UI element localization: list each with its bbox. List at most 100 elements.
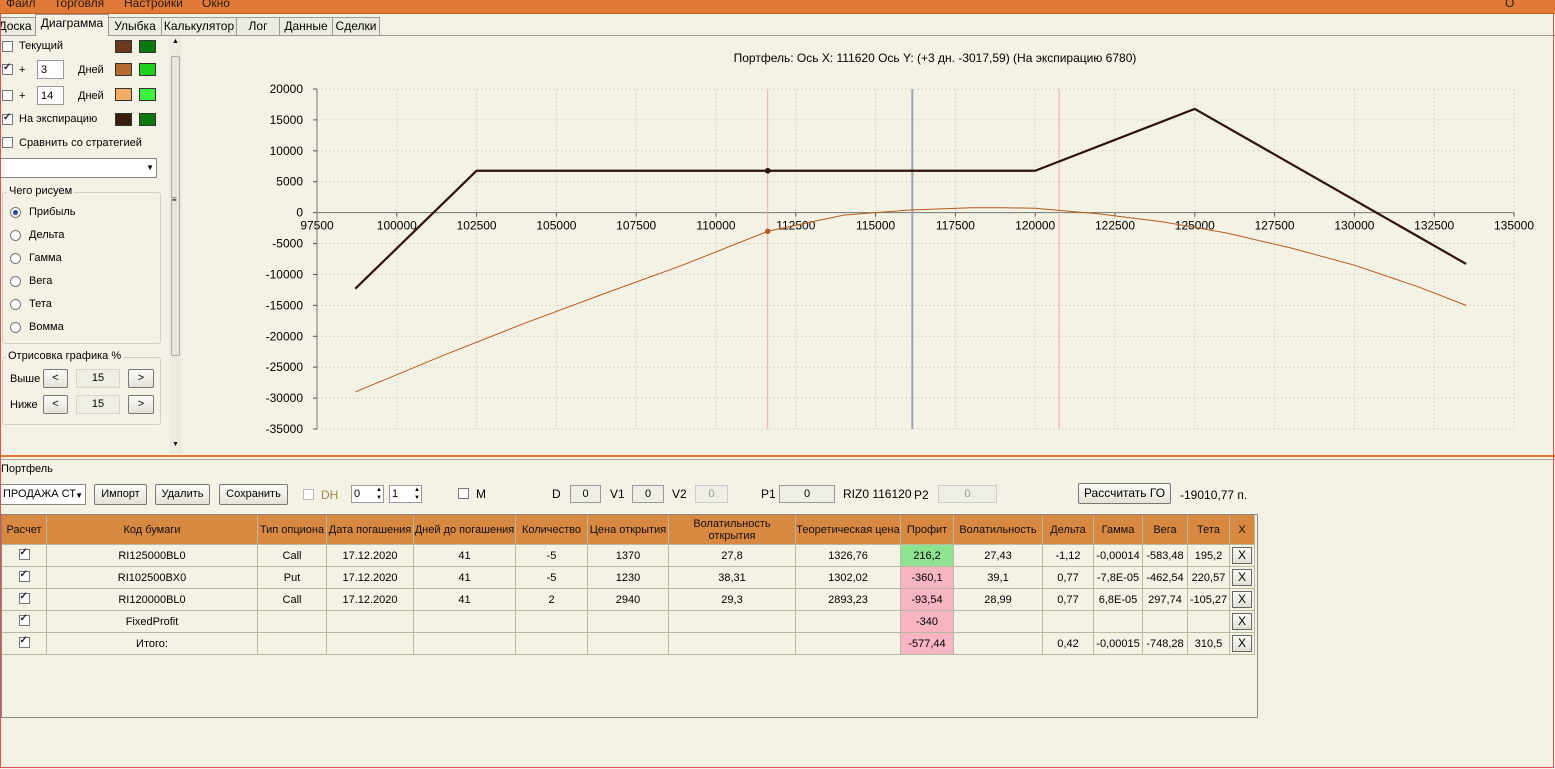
calc-checkbox[interactable] — [18, 613, 30, 626]
profit-cell: -360,1 — [900, 566, 954, 589]
panel-splitter[interactable] — [0, 455, 1555, 460]
calc-checkbox[interactable] — [18, 547, 30, 560]
menu-window[interactable]: Окно — [202, 0, 230, 10]
radio-theta[interactable] — [10, 299, 21, 310]
menu-trade[interactable]: Торговля — [54, 0, 104, 10]
tab-deals[interactable]: Сделки — [332, 17, 380, 35]
above-decrease-button[interactable]: < — [43, 369, 68, 388]
plus-days-2-color-swatch[interactable] — [115, 88, 132, 101]
col-profit[interactable]: Профит — [900, 514, 954, 545]
above-value[interactable]: 15 — [76, 369, 120, 388]
table-row[interactable]: Итого: -577,44 0,42-0,00015-748,28310,5X — [1, 632, 1255, 655]
table-row[interactable]: RI125000BL0Call17.12.202041-5137027,8132… — [1, 544, 1255, 567]
dh-spinner-1[interactable]: 0 ▲ ▼ — [351, 485, 384, 503]
col-vega[interactable]: Вега — [1142, 514, 1188, 545]
calculate-go-button[interactable]: Рассчитать ГО — [1078, 483, 1171, 504]
delete-button[interactable]: Удалить — [155, 484, 210, 505]
menu-settings[interactable]: Настройки — [124, 0, 183, 10]
expiry-checkbox[interactable] — [2, 112, 13, 125]
scroll-down-icon[interactable]: ▼ — [172, 441, 179, 448]
tab-log[interactable]: Лог — [236, 17, 280, 35]
m-checkbox[interactable] — [458, 488, 469, 499]
tab-smile[interactable]: Улыбка — [108, 17, 162, 35]
remove-row-button[interactable]: X — [1232, 635, 1252, 652]
col-delta[interactable]: Дельта — [1042, 514, 1094, 545]
current-color-swatch-2[interactable] — [139, 40, 156, 53]
plus-days-1-input[interactable]: 3 — [37, 60, 64, 79]
table-row[interactable]: FixedProfit -340 X — [1, 610, 1255, 633]
import-button[interactable]: Импорт — [94, 484, 147, 505]
open-price-cell — [587, 610, 669, 633]
col-volatility[interactable]: Волатильность — [953, 514, 1043, 545]
settings-scrollbar[interactable]: ▲ ≡ ▼ — [169, 36, 182, 454]
current-color-swatch[interactable] — [115, 40, 132, 53]
remove-row-button[interactable]: X — [1232, 591, 1252, 608]
save-button[interactable]: Сохранить — [219, 484, 288, 505]
expiry-color-swatch[interactable] — [115, 113, 132, 126]
tab-board[interactable]: Доска — [0, 17, 36, 35]
p2-input[interactable]: 0 — [938, 485, 997, 503]
radio-vomma[interactable] — [10, 322, 21, 333]
above-label: Выше — [10, 373, 41, 385]
plus-days-1-checkbox[interactable] — [2, 62, 13, 75]
spinner-arrows-icon[interactable]: ▲ ▼ — [376, 486, 382, 502]
compare-checkbox[interactable] — [2, 137, 13, 148]
expiry-color-swatch-2[interactable] — [139, 113, 156, 126]
p1-input[interactable]: 0 — [779, 485, 835, 503]
below-increase-button[interactable]: > — [128, 395, 154, 414]
remove-row-button[interactable]: X — [1232, 613, 1252, 630]
tab-calculator[interactable]: Калькулятор — [161, 17, 237, 35]
col-expiry-date[interactable]: Дата погашения — [326, 514, 414, 545]
plus-days-profit-line — [355, 207, 1467, 393]
col-calc[interactable]: Расчет — [1, 514, 47, 545]
col-open-volatility[interactable]: Волатильность открытия — [668, 514, 796, 545]
radio-profit[interactable] — [10, 207, 21, 218]
tab-data[interactable]: Данные — [279, 17, 333, 35]
dh-checkbox[interactable] — [303, 489, 314, 500]
calc-checkbox[interactable] — [18, 569, 30, 582]
current-label: Текущий — [19, 40, 63, 52]
tab-diagram[interactable]: Диаграмма — [35, 14, 109, 36]
remove-row-button[interactable]: X — [1232, 569, 1252, 586]
calc-checkbox[interactable] — [18, 591, 30, 604]
remove-row-button[interactable]: X — [1232, 547, 1252, 564]
table-row[interactable]: RI120000BL0Call17.12.2020412294029,32893… — [1, 588, 1255, 611]
plus-days-1-color-swatch[interactable] — [115, 63, 132, 76]
col-days-to-expiry[interactable]: Дней до погашения — [413, 514, 516, 545]
col-option-type[interactable]: Тип опциона — [257, 514, 327, 545]
below-decrease-button[interactable]: < — [43, 395, 68, 414]
d-input[interactable]: 0 — [570, 485, 601, 503]
calc-checkbox[interactable] — [18, 635, 30, 648]
plus-days-2-color-swatch-2[interactable] — [139, 88, 156, 101]
radio-vega[interactable] — [10, 276, 21, 287]
menu-file[interactable]: Файл — [6, 0, 36, 10]
x-tick-label: 110000 — [696, 219, 735, 233]
scroll-up-icon[interactable]: ▲ — [172, 38, 179, 45]
col-quantity[interactable]: Количество — [515, 514, 588, 545]
plus-days-2-input[interactable]: 14 — [37, 86, 64, 105]
col-code[interactable]: Код бумаги — [46, 514, 258, 545]
plus-days-1-color-swatch-2[interactable] — [139, 63, 156, 76]
below-label: Ниже — [10, 399, 38, 411]
strategy-name-select[interactable]: ПРОДАЖА СТ ▼ — [0, 484, 86, 505]
col-gamma[interactable]: Гамма — [1093, 514, 1143, 545]
table-row[interactable]: RI102500BX0Put17.12.202041-5123038,31130… — [1, 566, 1255, 589]
dh-spinner-2[interactable]: 1 ▲ ▼ — [389, 485, 422, 503]
v2-input[interactable]: 0 — [695, 485, 728, 503]
spinner-arrows-icon[interactable]: ▲ ▼ — [414, 486, 420, 502]
col-theta[interactable]: Тета — [1187, 514, 1230, 545]
radio-gamma[interactable] — [10, 253, 21, 264]
above-increase-button[interactable]: > — [128, 369, 154, 388]
col-open-price[interactable]: Цена открытия — [587, 514, 669, 545]
strategy-select[interactable]: ▼ — [0, 158, 157, 178]
profit-chart[interactable]: Портфель: Ось X: 111620 Ось Y: (+3 дн. -… — [183, 36, 1555, 454]
plus-days-2-checkbox[interactable] — [2, 90, 13, 101]
v1-input[interactable]: 0 — [632, 485, 664, 503]
col-theoretical-price[interactable]: Теоретическая цена — [795, 514, 901, 545]
below-value[interactable]: 15 — [76, 395, 120, 414]
scrollbar-thumb[interactable]: ≡ — [171, 56, 180, 356]
draw-what-title: Чего рисуем — [7, 185, 75, 197]
current-checkbox[interactable] — [2, 41, 13, 52]
menu-about[interactable]: О програ — [1505, 0, 1555, 13]
radio-delta[interactable] — [10, 230, 21, 241]
